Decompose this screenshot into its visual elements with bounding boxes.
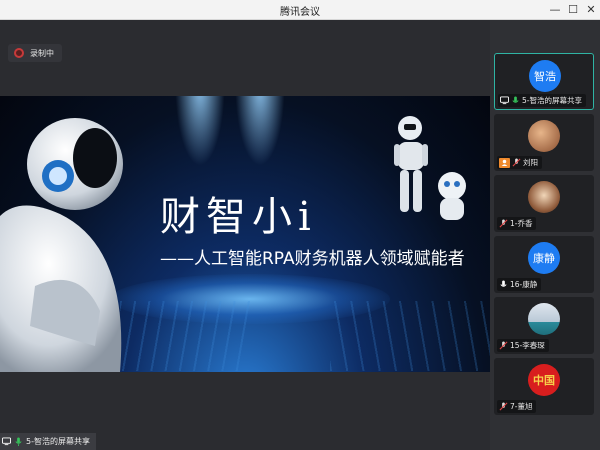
mic-muted-icon <box>512 158 521 167</box>
participant-namebar: 7-董旭 <box>497 400 537 413</box>
mic-muted-icon <box>499 402 508 411</box>
participant-name: 刘阳 <box>523 158 538 167</box>
participant-name: 16-康静 <box>510 280 538 289</box>
share-label: 5-智浩的屏幕共享 <box>26 437 90 446</box>
participant-name: 5-智浩的屏幕共享 <box>522 96 582 105</box>
window-title: 腾讯会议 <box>280 7 320 18</box>
window-titlebar: 腾讯会议 — ☐ ✕ <box>0 0 600 20</box>
participant-name: 15-李春琛 <box>510 341 545 350</box>
participant-namebar: 16-康静 <box>497 278 542 291</box>
participant-tile[interactable]: 康静 16-康静 <box>494 236 594 293</box>
avatar <box>528 303 560 335</box>
user-badge-icon <box>499 157 510 168</box>
participant-sidebar: 智浩 5-智浩的屏幕共享 刘阳 1-乔香 康静 16-康静 15-李春琛 中国 … <box>490 20 600 450</box>
participant-namebar: 1-乔香 <box>497 217 537 230</box>
screen-share-label-bar: 5-智浩的屏幕共享 <box>0 433 96 450</box>
participant-namebar: 5-智浩的屏幕共享 <box>498 94 586 107</box>
main-stage: 录制中 财智小i ——人工智能RPA财务机器人领域赋能者 5-智浩的屏幕共享 <box>0 20 490 450</box>
avatar <box>528 181 560 213</box>
recording-label: 录制中 <box>30 48 54 58</box>
mic-on-icon <box>512 96 519 103</box>
robot-illustration <box>0 118 123 372</box>
screen-share-icon <box>2 437 11 446</box>
mic-muted-icon <box>499 341 508 350</box>
slide-headline: 财智小i <box>160 194 317 240</box>
light-beam <box>175 96 225 166</box>
record-icon <box>14 48 24 58</box>
screen-share-icon <box>500 96 509 105</box>
avatar: 中国 <box>528 364 560 396</box>
close-button[interactable]: ✕ <box>582 2 600 18</box>
participant-name: 7-董旭 <box>510 402 533 411</box>
small-robots-illustration <box>394 116 466 220</box>
participant-namebar: 刘阳 <box>497 156 542 169</box>
participant-tile[interactable]: 刘阳 <box>494 114 594 171</box>
avatar <box>528 120 560 152</box>
mic-on-icon <box>15 437 22 446</box>
avatar: 康静 <box>528 242 560 274</box>
participant-tile[interactable]: 智浩 5-智浩的屏幕共享 <box>494 53 594 110</box>
mic-muted-icon <box>499 219 508 228</box>
slide-subtitle: ——人工智能RPA财务机器人领域赋能者 <box>160 249 465 269</box>
light-beam <box>235 96 285 166</box>
participant-namebar: 15-李春琛 <box>497 339 549 352</box>
mic-on-icon <box>500 280 507 287</box>
participant-name: 1-乔香 <box>510 219 533 228</box>
participant-tile[interactable]: 15-李春琛 <box>494 297 594 354</box>
shared-slide: 财智小i ——人工智能RPA财务机器人领域赋能者 <box>0 96 490 372</box>
participant-tile[interactable]: 中国 7-董旭 <box>494 358 594 415</box>
minimize-button[interactable]: — <box>546 2 564 18</box>
participant-tile[interactable]: 1-乔香 <box>494 175 594 232</box>
maximize-button[interactable]: ☐ <box>564 2 582 18</box>
avatar: 智浩 <box>529 60 561 92</box>
floor-grid <box>330 301 490 371</box>
recording-indicator[interactable]: 录制中 <box>8 44 62 62</box>
